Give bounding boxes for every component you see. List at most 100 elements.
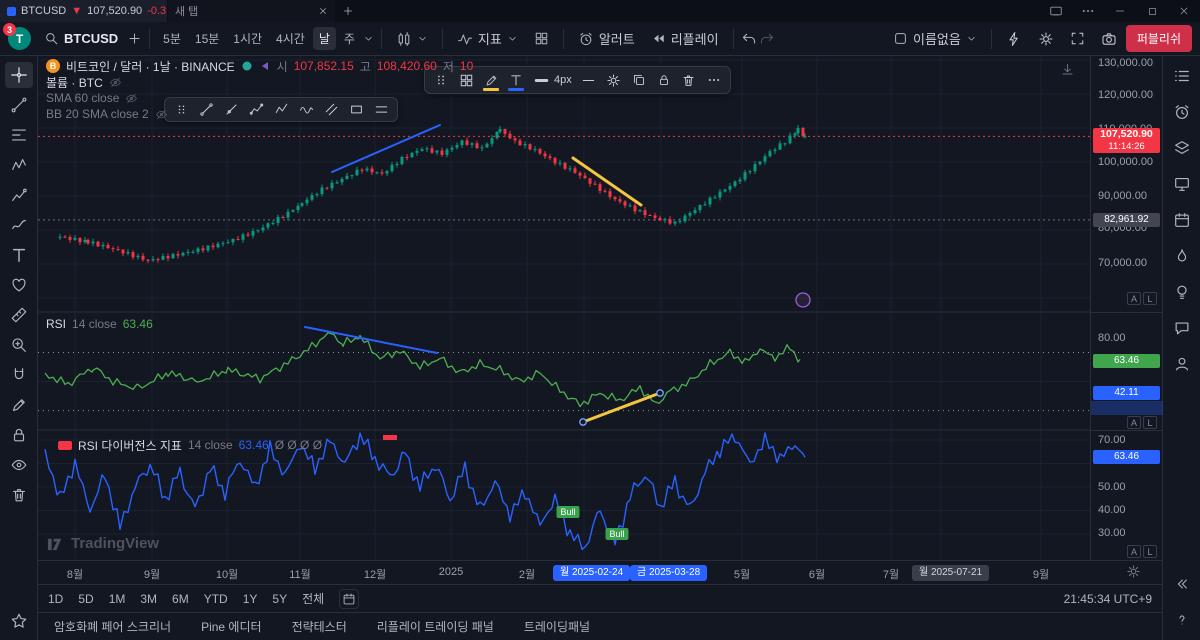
tab-replay-trading[interactable]: 리플레이 트레이딩 패널 [377, 618, 494, 635]
calendar-icon[interactable] [1168, 209, 1196, 231]
scroll-to-recent-icon[interactable] [1060, 62, 1075, 77]
log-scale-button[interactable]: L [1143, 545, 1157, 558]
new-tab-button[interactable] [342, 5, 354, 17]
chart-canvas[interactable] [38, 56, 1090, 560]
line-width-icon[interactable] [529, 68, 553, 92]
timeframe-1d[interactable]: 날 [313, 27, 336, 50]
pane-separator[interactable] [1091, 430, 1163, 431]
trend-line-tool[interactable] [5, 92, 33, 118]
range-5d[interactable]: 5D [78, 592, 93, 606]
lock-drawings-tool[interactable] [5, 422, 33, 448]
timeframe-1h[interactable]: 1시간 [227, 27, 268, 50]
pattern-tool[interactable] [5, 152, 33, 178]
range-all[interactable]: 전체 [302, 590, 324, 607]
minimize-icon[interactable] [1104, 0, 1136, 22]
range-1m[interactable]: 1M [109, 592, 126, 606]
indicators-button[interactable]: 지표 [450, 26, 525, 51]
text-color-button[interactable] [504, 68, 528, 92]
tab-screener[interactable]: 암호화폐 페어 스크리너 [54, 618, 171, 635]
hide-drawings-tool[interactable] [5, 452, 33, 478]
rsi-name[interactable]: RSI [46, 317, 66, 331]
compare-symbol-icon[interactable] [127, 31, 142, 46]
browser-tab-new[interactable]: 새 탭 [168, 0, 336, 22]
alert-button[interactable]: 알러트 [571, 26, 642, 51]
range-ytd[interactable]: YTD [204, 592, 228, 606]
visibility-toggle-icon[interactable] [125, 92, 138, 105]
alerts-icon[interactable] [1168, 101, 1196, 123]
remove-drawings-tool[interactable] [5, 482, 33, 508]
crosshair-tool[interactable] [5, 62, 33, 88]
auto-scale-button[interactable]: A [1127, 416, 1141, 429]
visibility-toggle-icon[interactable] [109, 76, 122, 89]
browser-tab-active[interactable]: BTCUSD ▼ 107,520.90 -0.3 [0, 0, 168, 22]
community-icon[interactable] [1168, 353, 1196, 375]
bb-study-label[interactable]: BB 20 SMA close 2 [46, 107, 149, 121]
brush-tool[interactable] [5, 212, 33, 238]
tab-trading-panel[interactable]: 트레이딩패널 [524, 618, 590, 635]
browser-menu-icon[interactable] [1072, 0, 1104, 22]
publish-button[interactable]: 퍼블리쉬 [1126, 25, 1192, 52]
clock-label[interactable]: 21:45:34 UTC+9 [1064, 592, 1152, 606]
timeframe-5m[interactable]: 5분 [157, 27, 187, 50]
fib-retracement-tool[interactable] [5, 122, 33, 148]
tab-close-icon[interactable] [318, 6, 328, 16]
undo-icon[interactable] [741, 31, 757, 47]
help-icon[interactable] [1168, 609, 1196, 631]
timeframe-1w[interactable]: 주 [338, 27, 361, 50]
timeframe-4h[interactable]: 4시간 [270, 27, 311, 50]
fullscreen-icon[interactable] [1063, 28, 1092, 49]
clone-drawing-icon[interactable] [627, 68, 651, 92]
quick-search-icon[interactable] [999, 28, 1029, 50]
auto-scale-button[interactable]: A [1127, 545, 1141, 558]
line-color-button[interactable] [479, 68, 503, 92]
maximize-icon[interactable] [1136, 0, 1168, 22]
forecast-tool[interactable] [5, 182, 33, 208]
layout-grid-button[interactable] [527, 28, 556, 49]
watchlist-icon[interactable] [1168, 65, 1196, 87]
user-avatar[interactable]: T 3 [8, 27, 31, 50]
symbol-title[interactable]: 비트코인 / 달러 · 1날 · BINANCE [66, 58, 235, 75]
replay-button[interactable]: 리플레이 [644, 26, 726, 51]
data-window-icon[interactable] [1168, 137, 1196, 159]
close-window-icon[interactable] [1168, 0, 1200, 22]
collapse-panel-icon[interactable] [1168, 573, 1196, 595]
range-1d[interactable]: 1D [48, 592, 63, 606]
layout-select-button[interactable]: 이름없음 [886, 26, 984, 51]
snapshot-camera-icon[interactable] [1094, 28, 1124, 50]
zoom-tool[interactable] [5, 332, 33, 358]
axis-settings-gear-icon[interactable] [1126, 564, 1141, 579]
ideas-icon[interactable] [1168, 281, 1196, 303]
tab-pine-editor[interactable]: Pine 에디터 [201, 618, 261, 635]
timeframe-menu-chevron-icon[interactable] [363, 33, 374, 44]
price-scale[interactable]: 130,000.00 120,000.00 110,000.00 100,000… [1090, 56, 1162, 560]
sma-study-label[interactable]: SMA 60 close [46, 91, 119, 105]
magnet-tool[interactable] [5, 362, 33, 388]
edit-tool[interactable] [5, 392, 33, 418]
time-axis[interactable]: 8월 9월 10월 11월 12월 2025 2월 월 2025-02-24 금… [38, 560, 1162, 584]
range-5y[interactable]: 5Y [272, 592, 287, 606]
favorites-star-icon[interactable] [5, 608, 33, 634]
tab-strategy-tester[interactable]: 전략테스터 [292, 618, 347, 635]
range-1y[interactable]: 1Y [243, 592, 258, 606]
range-3m[interactable]: 3M [140, 592, 157, 606]
line-style-icon[interactable] [577, 68, 601, 92]
pane-separator[interactable] [1091, 312, 1163, 313]
chat-icon[interactable] [1168, 317, 1196, 339]
drawing-settings-icon[interactable] [602, 68, 626, 92]
cast-icon[interactable] [1040, 0, 1072, 22]
lock-drawing-icon[interactable] [652, 68, 676, 92]
screener-icon[interactable] [1168, 173, 1196, 195]
timeframe-15m[interactable]: 15분 [189, 27, 225, 50]
measure-tool[interactable] [5, 302, 33, 328]
hotlist-icon[interactable] [1168, 245, 1196, 267]
range-6m[interactable]: 6M [172, 592, 189, 606]
volume-study-label[interactable]: 볼륨 · BTC [46, 74, 103, 91]
settings-gear-icon[interactable] [1031, 28, 1061, 50]
divergence-name[interactable]: RSI 다이버전스 지표 [78, 437, 182, 454]
chart-style-button[interactable] [389, 28, 435, 50]
line-width-value[interactable]: 4px [554, 74, 576, 86]
goto-date-button[interactable] [339, 589, 359, 609]
delete-drawing-icon[interactable] [677, 68, 701, 92]
more-options-icon[interactable] [702, 68, 726, 92]
log-scale-button[interactable]: L [1143, 416, 1157, 429]
